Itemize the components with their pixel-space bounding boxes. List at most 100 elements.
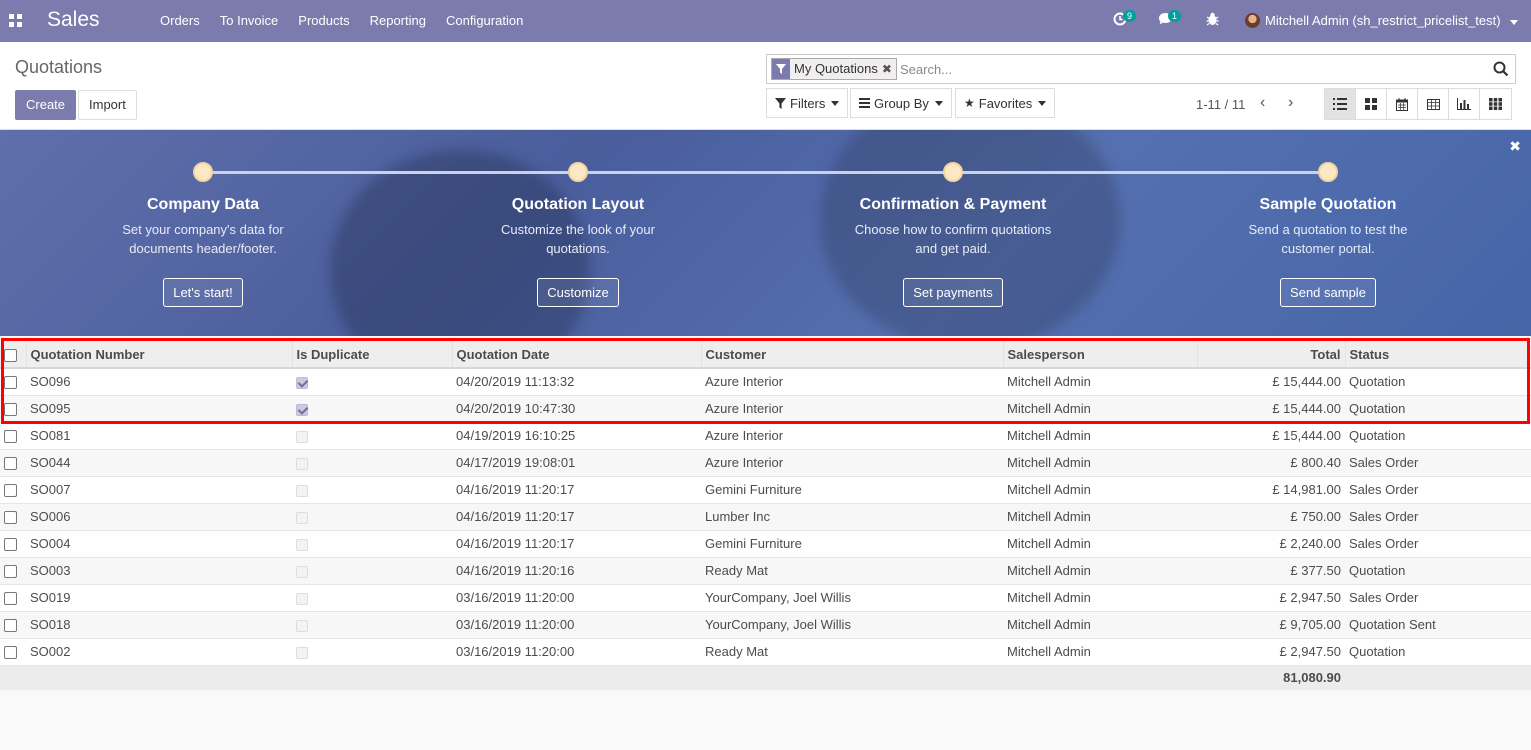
search-icon[interactable] [1493, 61, 1509, 77]
pager-value[interactable]: 1-11 / 11 [1196, 97, 1245, 112]
table-row[interactable]: SO081 04/19/2019 16:10:25 Azure Interior Mi… [0, 422, 1531, 450]
activity-icon[interactable]: 9 [1113, 10, 1137, 29]
column-quotation-number[interactable]: Quotation Number [26, 341, 293, 369]
row-checkbox[interactable] [4, 511, 17, 525]
row-checkbox[interactable] [4, 565, 17, 579]
menu-configuration[interactable]: Configuration [436, 0, 533, 42]
status-cell: Quotation [1345, 638, 1531, 666]
grid-view-button[interactable] [1480, 89, 1511, 119]
row-checkbox[interactable] [4, 430, 17, 444]
groupby-dropdown[interactable]: Group By [850, 88, 952, 118]
table-row[interactable]: SO004 04/16/2019 11:20:17 Gemini Furniture… [0, 530, 1531, 558]
table-row[interactable]: SO044 04/17/2019 19:08:01 Azure Interior Mi… [0, 449, 1531, 477]
column-salesperson[interactable]: Salesperson [1003, 341, 1198, 369]
salesperson-cell: Mitchell Admin [1003, 638, 1197, 666]
row-checkbox[interactable] [4, 592, 17, 606]
kanban-view-button[interactable] [1356, 89, 1387, 119]
step-description-line: Set your company's data for [122, 222, 284, 237]
quotations-table: Quotation Number Is Duplicate Quotation … [0, 341, 1531, 690]
column-quotation-date[interactable]: Quotation Date [452, 341, 702, 369]
step-description-line: quotations. [546, 241, 610, 256]
quotation-number-cell: SO095 [26, 395, 292, 423]
debug-bug-icon[interactable] [1206, 12, 1219, 29]
is-duplicate-checkbox [296, 484, 308, 497]
select-all-checkbox[interactable] [4, 348, 17, 362]
table-row[interactable]: SO095 04/20/2019 10:47:30 Azure Interior Mi… [0, 395, 1531, 423]
quotation-number-cell: SO003 [26, 557, 292, 585]
step-title: Confirmation & Payment [859, 196, 1047, 213]
favorites-label: Favorites [978, 95, 1033, 111]
app-brand[interactable]: Sales [47, 8, 100, 32]
table-row[interactable]: SO018 03/16/2019 11:20:00 YourCompany, Joe… [0, 611, 1531, 639]
row-checkbox[interactable] [4, 457, 17, 471]
search-facet: My Quotations ✖ [771, 58, 897, 80]
is-duplicate-cell [292, 584, 452, 612]
bar-chart-icon [1457, 98, 1471, 110]
row-select-cell [0, 530, 26, 558]
chevron-down-icon [934, 100, 943, 106]
customer-cell: Lumber Inc [701, 503, 1003, 531]
step-description: Set your company's data for documents he… [83, 220, 323, 258]
menu-to-invoice[interactable]: To Invoice [210, 0, 289, 42]
table-row[interactable]: SO007 04/16/2019 11:20:17 Gemini Furniture… [0, 476, 1531, 504]
is-duplicate-cell [292, 422, 452, 450]
step-description: Choose how to confirm quotations and get… [833, 220, 1073, 258]
pager-next-icon[interactable]: › [1288, 94, 1293, 112]
search-input[interactable] [900, 58, 1480, 80]
close-icon[interactable]: ✖ [1509, 138, 1521, 155]
send-sample-button[interactable]: Send sample [1280, 278, 1376, 307]
filters-label: Filters [790, 95, 826, 111]
table-row[interactable]: SO002 03/16/2019 11:20:00 Ready Mat Mitchel… [0, 638, 1531, 666]
row-checkbox[interactable] [4, 619, 17, 633]
menu-reporting[interactable]: Reporting [360, 0, 436, 42]
messages-icon[interactable]: 1 [1158, 10, 1182, 29]
row-checkbox[interactable] [4, 403, 17, 417]
table-row[interactable]: SO096 04/20/2019 11:13:32 Azure Interior Mi… [0, 368, 1531, 396]
pager-previous-icon[interactable]: ‹ [1260, 94, 1265, 112]
calendar-icon [1396, 97, 1408, 111]
status-cell: Sales Order [1345, 530, 1531, 558]
table-row[interactable]: SO019 03/16/2019 11:20:00 YourCompany, Joe… [0, 584, 1531, 612]
is-duplicate-cell [292, 557, 452, 585]
user-avatar[interactable] [1245, 13, 1260, 28]
table-row[interactable]: SO006 04/16/2019 11:20:17 Lumber Inc Mitche… [0, 503, 1531, 531]
graph-view-button[interactable] [1449, 89, 1480, 119]
row-select-cell [0, 476, 26, 504]
is-duplicate-cell [292, 395, 452, 423]
step-quotation-layout: Quotation Layout Customize the look of y… [458, 196, 698, 307]
grid-icon [1489, 98, 1502, 110]
lets-start-button[interactable]: Let's start! [163, 278, 243, 307]
step-dot-2 [568, 162, 588, 182]
menu-products[interactable]: Products [288, 0, 359, 42]
filters-dropdown[interactable]: Filters [766, 88, 849, 118]
row-checkbox[interactable] [4, 484, 17, 498]
pivot-view-button[interactable] [1418, 89, 1449, 119]
column-customer[interactable]: Customer [701, 341, 1004, 369]
salesperson-cell: Mitchell Admin [1003, 476, 1197, 504]
column-total[interactable]: Total [1197, 341, 1346, 369]
calendar-view-button[interactable] [1387, 89, 1418, 119]
column-status[interactable]: Status [1345, 341, 1531, 369]
row-checkbox[interactable] [4, 538, 17, 552]
set-payments-button[interactable]: Set payments [903, 278, 1003, 307]
customer-cell: Azure Interior [701, 422, 1003, 450]
activity-count-badge: 9 [1123, 10, 1137, 22]
row-select-cell [0, 368, 26, 396]
customize-button[interactable]: Customize [537, 278, 619, 307]
row-select-cell [0, 449, 26, 477]
row-select-cell [0, 638, 26, 666]
import-button[interactable]: Import [78, 90, 137, 120]
row-select-cell [0, 584, 26, 612]
row-checkbox[interactable] [4, 646, 17, 660]
favorites-dropdown[interactable]: ★ Favorites [955, 88, 1056, 118]
menu-orders[interactable]: Orders [150, 0, 210, 42]
user-menu[interactable]: Mitchell Admin (sh_restrict_pricelist_te… [1265, 13, 1519, 28]
facet-remove-icon[interactable]: ✖ [882, 59, 896, 79]
is-duplicate-cell [292, 449, 452, 477]
create-button[interactable]: Create [15, 90, 77, 120]
row-checkbox[interactable] [4, 376, 17, 390]
apps-menu-icon[interactable] [9, 14, 22, 27]
column-is-duplicate[interactable]: Is Duplicate [292, 341, 453, 369]
table-row[interactable]: SO003 04/16/2019 11:20:16 Ready Mat Mitchel… [0, 557, 1531, 585]
list-view-button[interactable] [1325, 89, 1356, 119]
